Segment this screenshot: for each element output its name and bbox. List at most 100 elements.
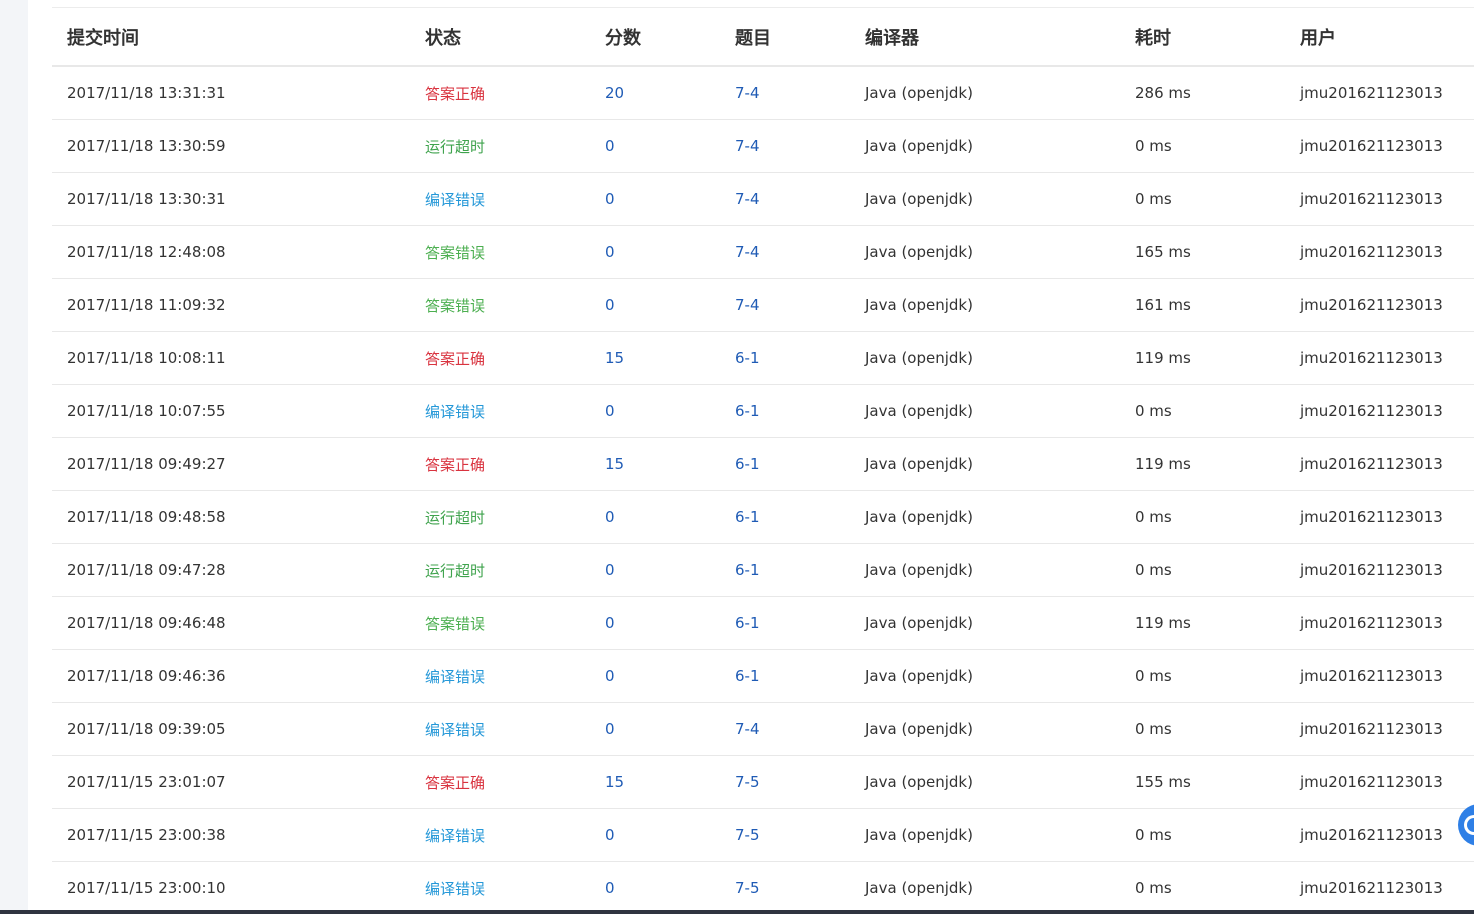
table-body: 2017/11/18 13:31:31 答案正确 20 7-4 Java (openjd… — [52, 66, 1474, 910]
cell-status[interactable]: 运行超时 — [410, 543, 590, 597]
table-header: 提交时间 状态 分数 题目 编译器 耗时 用户 — [52, 8, 1474, 67]
cell-elapsed: 0 ms — [1120, 808, 1285, 862]
table-row: 2017/11/18 13:31:31 答案正确 20 7-4 Java (openjd… — [52, 66, 1474, 120]
cell-score[interactable]: 15 — [590, 755, 720, 809]
cell-status[interactable]: 编译错误 — [410, 172, 590, 226]
cell-elapsed: 0 ms — [1120, 543, 1285, 597]
cell-user: jmu201621123013 — [1285, 278, 1474, 332]
cell-user: jmu201621123013 — [1285, 649, 1474, 703]
table-row: 2017/11/18 10:07:55 编译错误 0 6-1 Java (openjdk… — [52, 384, 1474, 438]
table-row: 2017/11/18 13:30:59 运行超时 0 7-4 Java (openjdk… — [52, 119, 1474, 173]
table-row: 2017/11/18 09:46:36 编译错误 0 6-1 Java (openjdk… — [52, 649, 1474, 703]
cell-problem[interactable]: 6-1 — [720, 437, 850, 491]
cell-score[interactable]: 15 — [590, 437, 720, 491]
cell-status[interactable]: 编译错误 — [410, 702, 590, 756]
cell-compiler: Java (openjdk) — [850, 649, 1120, 703]
refresh-icon — [1464, 815, 1474, 835]
cell-submit-time: 2017/11/18 09:47:28 — [52, 543, 410, 597]
cell-submit-time: 2017/11/15 23:00:10 — [52, 861, 410, 910]
header-problem: 题目 — [720, 8, 850, 67]
cell-user: jmu201621123013 — [1285, 225, 1474, 279]
cell-score[interactable]: 0 — [590, 808, 720, 862]
cell-score[interactable]: 20 — [590, 66, 720, 120]
cell-problem[interactable]: 7-5 — [720, 755, 850, 809]
cell-problem[interactable]: 7-4 — [720, 119, 850, 173]
cell-problem[interactable]: 7-5 — [720, 861, 850, 910]
header-user: 用户 — [1285, 8, 1474, 67]
cell-elapsed: 119 ms — [1120, 596, 1285, 650]
cell-score[interactable]: 0 — [590, 278, 720, 332]
cell-status[interactable]: 编译错误 — [410, 861, 590, 910]
cell-problem[interactable]: 7-4 — [720, 225, 850, 279]
cell-score[interactable]: 0 — [590, 543, 720, 597]
cell-problem[interactable]: 7-4 — [720, 702, 850, 756]
cell-compiler: Java (openjdk) — [850, 278, 1120, 332]
cell-user: jmu201621123013 — [1285, 331, 1474, 385]
submissions-panel: 提交时间 状态 分数 题目 编译器 耗时 用户 2017/11/18 13:31… — [28, 0, 1474, 910]
cell-compiler: Java (openjdk) — [850, 702, 1120, 756]
table-row: 2017/11/18 09:49:27 答案正确 15 6-1 Java (openjd… — [52, 437, 1474, 491]
cell-score[interactable]: 0 — [590, 861, 720, 910]
cell-problem[interactable]: 7-4 — [720, 172, 850, 226]
table-row: 2017/11/18 09:46:48 答案错误 0 6-1 Java (openjdk… — [52, 596, 1474, 650]
cell-score[interactable]: 0 — [590, 172, 720, 226]
header-score: 分数 — [590, 8, 720, 67]
cell-score[interactable]: 0 — [590, 225, 720, 279]
cell-user: jmu201621123013 — [1285, 172, 1474, 226]
cell-submit-time: 2017/11/18 11:09:32 — [52, 278, 410, 332]
cell-submit-time: 2017/11/18 12:48:08 — [52, 225, 410, 279]
cell-compiler: Java (openjdk) — [850, 490, 1120, 544]
cell-status[interactable]: 答案错误 — [410, 596, 590, 650]
cell-status[interactable]: 答案正确 — [410, 437, 590, 491]
cell-user: jmu201621123013 — [1285, 755, 1474, 809]
table-row: 2017/11/15 23:00:10 编译错误 0 7-5 Java (openjdk… — [52, 861, 1474, 910]
cell-score[interactable]: 15 — [590, 331, 720, 385]
cell-status[interactable]: 编译错误 — [410, 808, 590, 862]
cell-score[interactable]: 0 — [590, 649, 720, 703]
header-submit-time: 提交时间 — [52, 8, 410, 67]
submissions-table: 提交时间 状态 分数 题目 编译器 耗时 用户 2017/11/18 13:31… — [52, 8, 1474, 910]
cell-problem[interactable]: 6-1 — [720, 490, 850, 544]
cell-status[interactable]: 答案正确 — [410, 331, 590, 385]
cell-elapsed: 0 ms — [1120, 702, 1285, 756]
cell-user: jmu201621123013 — [1285, 119, 1474, 173]
cell-problem[interactable]: 7-4 — [720, 278, 850, 332]
cell-problem[interactable]: 6-1 — [720, 331, 850, 385]
cell-user: jmu201621123013 — [1285, 437, 1474, 491]
cell-problem[interactable]: 6-1 — [720, 596, 850, 650]
cell-status[interactable]: 运行超时 — [410, 119, 590, 173]
cell-elapsed: 0 ms — [1120, 119, 1285, 173]
cell-submit-time: 2017/11/18 09:39:05 — [52, 702, 410, 756]
cell-status[interactable]: 编译错误 — [410, 384, 590, 438]
header-status: 状态 — [410, 8, 590, 67]
table-row: 2017/11/18 09:39:05 编译错误 0 7-4 Java (openjdk… — [52, 702, 1474, 756]
cell-submit-time: 2017/11/18 13:30:31 — [52, 172, 410, 226]
cell-compiler: Java (openjdk) — [850, 225, 1120, 279]
cell-user: jmu201621123013 — [1285, 596, 1474, 650]
cell-elapsed: 161 ms — [1120, 278, 1285, 332]
cell-elapsed: 165 ms — [1120, 225, 1285, 279]
cell-status[interactable]: 答案正确 — [410, 66, 590, 120]
cell-status[interactable]: 编译错误 — [410, 649, 590, 703]
cell-elapsed: 0 ms — [1120, 490, 1285, 544]
cell-score[interactable]: 0 — [590, 384, 720, 438]
cell-problem[interactable]: 6-1 — [720, 543, 850, 597]
cell-problem[interactable]: 7-4 — [720, 66, 850, 120]
cell-problem[interactable]: 6-1 — [720, 384, 850, 438]
cell-status[interactable]: 答案错误 — [410, 225, 590, 279]
cell-score[interactable]: 0 — [590, 596, 720, 650]
cell-problem[interactable]: 7-5 — [720, 808, 850, 862]
header-compiler: 编译器 — [850, 8, 1120, 67]
table-row: 2017/11/15 23:00:38 编译错误 0 7-5 Java (openjdk… — [52, 808, 1474, 862]
cell-elapsed: 119 ms — [1120, 331, 1285, 385]
table-row: 2017/11/15 23:01:07 答案正确 15 7-5 Java (openjd… — [52, 755, 1474, 809]
cell-score[interactable]: 0 — [590, 702, 720, 756]
cell-score[interactable]: 0 — [590, 490, 720, 544]
cell-submit-time: 2017/11/18 10:08:11 — [52, 331, 410, 385]
cell-score[interactable]: 0 — [590, 119, 720, 173]
cell-status[interactable]: 答案正确 — [410, 755, 590, 809]
cell-status[interactable]: 答案错误 — [410, 278, 590, 332]
cell-status[interactable]: 运行超时 — [410, 490, 590, 544]
cell-user: jmu201621123013 — [1285, 543, 1474, 597]
cell-problem[interactable]: 6-1 — [720, 649, 850, 703]
